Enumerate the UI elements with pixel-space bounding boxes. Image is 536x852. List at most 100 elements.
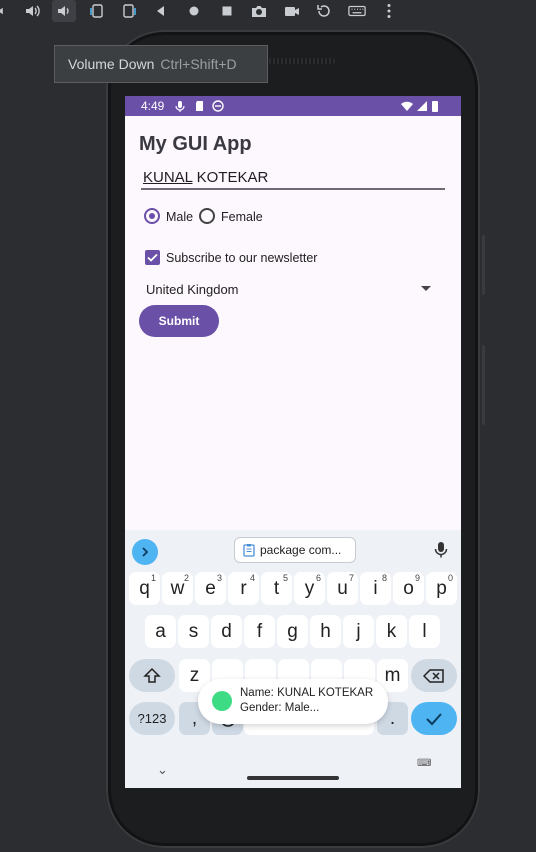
key-w[interactable]: w2 (162, 572, 193, 605)
key-hint: 3 (216, 573, 222, 583)
toast-line-2: Gender: Male... (240, 702, 320, 714)
more-icon[interactable] (380, 0, 398, 22)
wifi-icon (401, 101, 413, 111)
expand-toolbar-icon[interactable] (132, 539, 158, 565)
radio-female-label[interactable]: Female (221, 210, 263, 224)
key-f[interactable]: f (244, 615, 275, 648)
keyboard-icon[interactable] (345, 0, 369, 22)
toast-message: Name: KUNAL KOTEKAR Gender: Male... (198, 679, 388, 724)
key-i[interactable]: i8 (360, 572, 391, 605)
key-e[interactable]: e3 (195, 572, 226, 605)
key-r[interactable]: r4 (228, 572, 259, 605)
radio-female[interactable] (199, 208, 215, 224)
power-button[interactable] (482, 235, 485, 295)
key-label: t (273, 577, 280, 599)
key-label: o (403, 577, 414, 599)
signal-icon (417, 101, 427, 111)
shift-key[interactable] (129, 659, 175, 692)
collapse-keyboard-icon[interactable]: ⌄ (157, 762, 168, 778)
enter-key[interactable] (411, 702, 457, 735)
emulator-toolbar (0, 0, 536, 22)
reset-icon[interactable] (313, 0, 335, 22)
gesture-nav-bar[interactable] (247, 776, 339, 780)
key-hint: 9 (414, 573, 420, 583)
video-icon[interactable] (281, 0, 303, 22)
key-label: y (304, 577, 315, 599)
volume-up-icon[interactable] (22, 0, 44, 22)
key-label: e (205, 577, 216, 599)
clipboard-suggestion[interactable]: package com... (234, 537, 356, 563)
volume-down-icon[interactable] (52, 0, 76, 22)
backspace-icon (423, 668, 444, 683)
app-title: My GUI App (139, 133, 252, 155)
overview-icon[interactable] (218, 0, 236, 22)
mic-status-icon (175, 101, 185, 112)
key-label: u (337, 577, 348, 599)
key-hint: 0 (447, 573, 453, 583)
backspace-key[interactable] (411, 659, 457, 692)
name-input-first: KUNAL (143, 169, 193, 186)
key-hint: 2 (183, 573, 189, 583)
check-icon (426, 712, 442, 725)
device-screen: 4:49 My GUI App KUNAL KOTEKAR Male Femal… (125, 96, 461, 788)
camera-icon[interactable] (248, 0, 270, 22)
submit-button[interactable]: Submit (139, 305, 219, 337)
key-h[interactable]: h (310, 615, 341, 648)
toast-line-1: Name: KUNAL KOTEKAR (240, 687, 374, 699)
sdcard-icon (196, 101, 203, 111)
name-input[interactable]: KUNAL KOTEKAR (141, 166, 445, 190)
radio-selected-dot (149, 213, 155, 219)
key-s[interactable]: s (178, 615, 209, 648)
clipboard-icon (243, 544, 255, 557)
android-icon (212, 691, 232, 711)
key-d[interactable]: d (211, 615, 242, 648)
back-icon[interactable] (152, 0, 170, 22)
volume-up-icon[interactable] (0, 0, 10, 22)
key-g[interactable]: g (277, 615, 308, 648)
home-icon[interactable] (185, 0, 203, 22)
newsletter-label[interactable]: Subscribe to our newsletter (166, 251, 317, 265)
app-status-icon (212, 100, 224, 112)
country-spinner[interactable]: United Kingdom (146, 282, 239, 297)
key-q[interactable]: q1 (129, 572, 160, 605)
key-label: i (373, 577, 378, 599)
key-y[interactable]: y6 (294, 572, 325, 605)
soft-keyboard: package com... q1w2e3r4t5y6u7i8o9p0 asdf… (125, 530, 461, 788)
key-label: r (240, 577, 247, 599)
key-label: q (139, 577, 150, 599)
tooltip-label: Volume Down (68, 56, 155, 72)
shift-icon (143, 667, 161, 683)
key-k[interactable]: k (376, 615, 407, 648)
key-j[interactable]: j (343, 615, 374, 648)
key-o[interactable]: o9 (393, 572, 424, 605)
keyboard-switch-icon[interactable]: ⌨ (417, 758, 432, 769)
tooltip-shortcut: Ctrl+Shift+D (160, 56, 237, 72)
radio-male-label[interactable]: Male (166, 210, 193, 224)
name-input-last: KOTEKAR (192, 169, 269, 186)
key-hint: 6 (315, 573, 321, 583)
key-label: p (436, 577, 447, 599)
battery-icon (432, 101, 438, 112)
key-l[interactable]: l (409, 615, 440, 648)
mic-icon[interactable] (434, 541, 448, 559)
dropdown-arrow-icon[interactable] (421, 286, 431, 291)
key-p[interactable]: p0 (426, 572, 457, 605)
rotate-left-icon[interactable] (86, 0, 108, 22)
rotate-right-icon[interactable] (118, 0, 140, 22)
radio-male[interactable] (144, 208, 160, 224)
volume-rocker[interactable] (482, 345, 485, 425)
key-a[interactable]: a (145, 615, 176, 648)
key-label: w (170, 577, 185, 599)
key-t[interactable]: t5 (261, 572, 292, 605)
newsletter-checkbox[interactable] (145, 250, 160, 265)
check-icon (147, 253, 158, 262)
key-u[interactable]: u7 (327, 572, 358, 605)
status-time: 4:49 (141, 99, 165, 113)
key-hint: 1 (150, 573, 156, 583)
status-bar: 4:49 (125, 96, 461, 116)
key-hint: 5 (282, 573, 288, 583)
key-hint: 8 (381, 573, 387, 583)
toolbar-tooltip: Volume Down Ctrl+Shift+D (54, 45, 268, 83)
key-hint: 7 (348, 573, 354, 583)
symbols-key[interactable]: ?123 (129, 702, 175, 735)
